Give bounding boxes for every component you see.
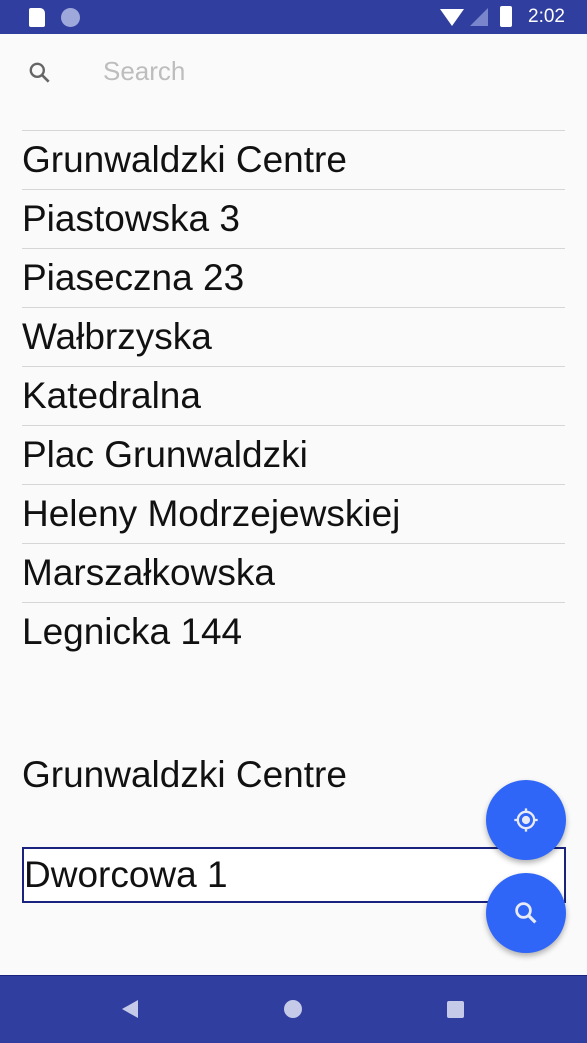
list-item[interactable]: Heleny Modrzejewskiej <box>22 485 565 544</box>
search-icon <box>29 62 50 83</box>
list-item[interactable]: Piaseczna 23 <box>22 249 565 308</box>
back-icon[interactable] <box>122 1000 138 1018</box>
address-input[interactable]: Dworcowa 1 <box>22 847 566 903</box>
list-item[interactable]: Dworcowa 1 <box>22 116 565 131</box>
selected-location-text: Grunwaldzki Centre <box>22 754 347 795</box>
signal-icon <box>470 8 488 26</box>
status-bar: 2:02 <box>0 0 587 34</box>
sync-icon <box>61 8 80 27</box>
address-list[interactable]: Dworcowa 1 Grunwaldzki Centre Piastowska… <box>22 116 565 706</box>
list-item[interactable]: Marszałkowska <box>22 544 565 603</box>
list-item[interactable]: Plac Grunwaldzki <box>22 426 565 485</box>
list-item[interactable]: Piastowska 3 <box>22 190 565 249</box>
navigation-bar <box>0 975 587 1043</box>
home-icon[interactable] <box>284 1000 302 1018</box>
clock: 2:02 <box>528 6 565 27</box>
list-item[interactable]: Grunwaldzki Centre <box>22 131 565 190</box>
list-item[interactable]: Katedralna <box>22 367 565 426</box>
search-input[interactable] <box>103 56 543 87</box>
my-location-icon <box>514 808 538 832</box>
sd-card-icon <box>29 8 45 27</box>
search-icon <box>515 902 537 924</box>
battery-charging-icon <box>500 6 512 27</box>
wifi-icon <box>440 9 464 26</box>
my-location-button[interactable] <box>486 780 566 860</box>
search-bar <box>0 34 587 116</box>
search-button[interactable] <box>486 873 566 953</box>
list-item[interactable]: Wałbrzyska <box>22 308 565 367</box>
list-item[interactable]: Legnicka 144 <box>22 603 565 662</box>
recent-apps-icon[interactable] <box>447 1001 464 1018</box>
